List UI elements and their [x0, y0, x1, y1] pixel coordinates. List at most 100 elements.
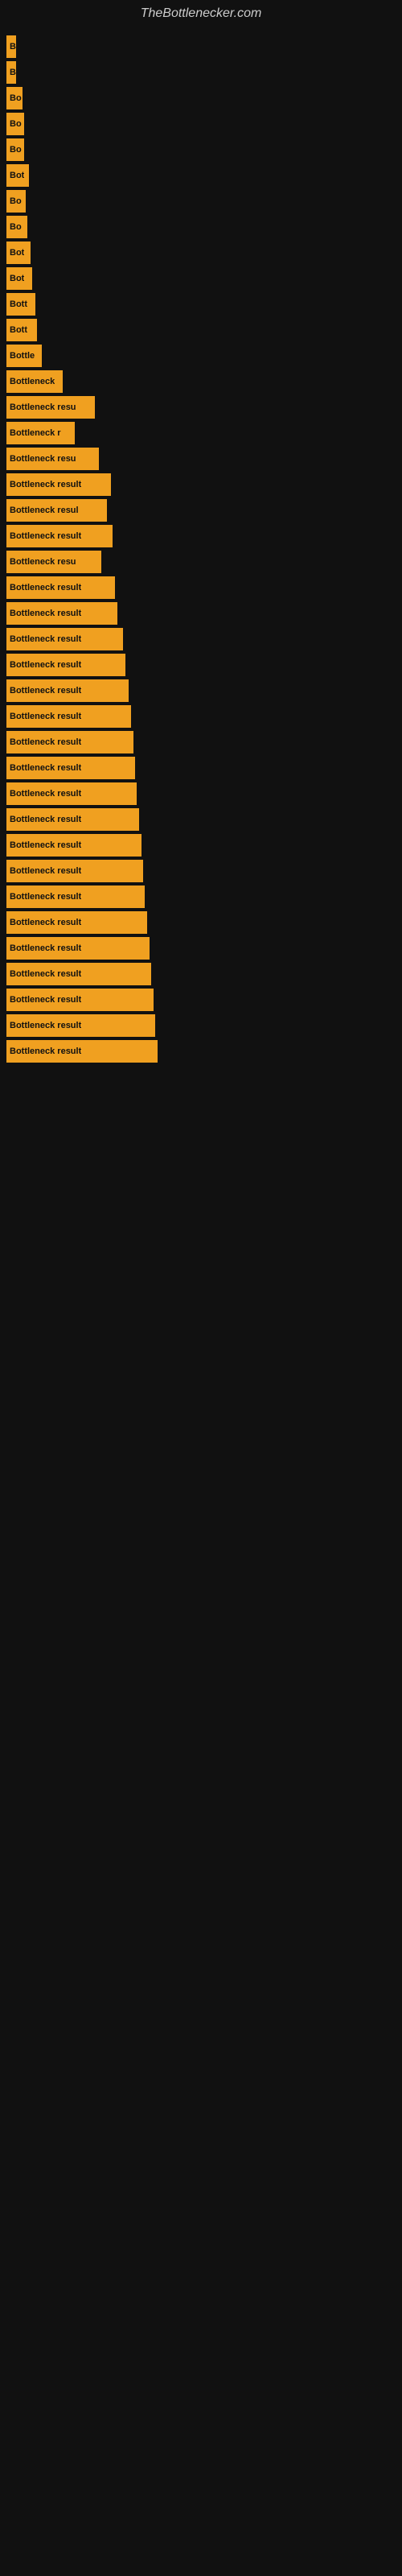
bar-row: Bottleneck result: [6, 679, 402, 702]
bar-row: Bottleneck r: [6, 422, 402, 444]
bar-row: Bottleneck result: [6, 937, 402, 960]
bar-label: Bo: [10, 222, 22, 232]
bar-label: Bottleneck result: [10, 609, 81, 618]
bar-label: Bot: [10, 171, 24, 180]
bar: Bottleneck result: [6, 911, 147, 934]
bar: Bo: [6, 87, 23, 109]
bar-row: Bo: [6, 113, 402, 135]
bar-label: Bo: [10, 196, 22, 206]
bar-row: Bottleneck result: [6, 705, 402, 728]
bar-row: Bottleneck result: [6, 860, 402, 882]
bar-row: Bot: [6, 242, 402, 264]
bar-row: B: [6, 35, 402, 58]
bar-row: Bottleneck result: [6, 834, 402, 857]
bar: Bottleneck result: [6, 808, 139, 831]
bar-label: Bottleneck resu: [10, 557, 76, 567]
bar-label: Bottleneck r: [10, 428, 61, 438]
site-title: TheBottlenecker.com: [0, 0, 402, 27]
bar: Bottleneck result: [6, 886, 145, 908]
bar-row: Bottleneck result: [6, 473, 402, 496]
bar-label: Bottleneck result: [10, 969, 81, 979]
bar-row: Bottleneck result: [6, 1040, 402, 1063]
bar-row: Bottleneck result: [6, 1014, 402, 1037]
bar-row: Bot: [6, 164, 402, 187]
bar-row: Bottleneck result: [6, 911, 402, 934]
bar-label: Bottleneck resu: [10, 402, 76, 412]
bar: Bottleneck result: [6, 963, 151, 985]
bar-row: Bottleneck result: [6, 782, 402, 805]
bar: Bot: [6, 164, 29, 187]
bar: Bottleneck result: [6, 705, 131, 728]
bar-row: Bo: [6, 216, 402, 238]
bar-label: Bottleneck result: [10, 712, 81, 721]
bar: Bo: [6, 138, 24, 161]
bar-label: Bottleneck result: [10, 763, 81, 773]
bar: Bottleneck result: [6, 679, 129, 702]
bar-row: Bo: [6, 87, 402, 109]
bar: Bottleneck result: [6, 1014, 155, 1037]
bar: Bottleneck resul: [6, 499, 107, 522]
bar: Bottleneck result: [6, 525, 113, 547]
bar: Bottleneck result: [6, 628, 123, 650]
bar-row: Bottleneck resu: [6, 396, 402, 419]
bar-label: Bottleneck result: [10, 815, 81, 824]
bar-label: Bo: [10, 93, 22, 103]
bar: Bott: [6, 293, 35, 316]
bar: Bottleneck resu: [6, 396, 95, 419]
bar: Bo: [6, 216, 27, 238]
bar-label: Bottleneck result: [10, 660, 81, 670]
bar-label: Bottleneck result: [10, 480, 81, 489]
bar-label: Bot: [10, 248, 24, 258]
bar-label: Bott: [10, 325, 27, 335]
bar: Bottleneck result: [6, 834, 142, 857]
bar-row: B: [6, 61, 402, 84]
bar: Bot: [6, 242, 31, 264]
bar: Bottleneck result: [6, 782, 137, 805]
bar-label: Bottleneck result: [10, 943, 81, 953]
bar-label: Bottleneck result: [10, 583, 81, 592]
bar: Bo: [6, 113, 24, 135]
bar-row: Bottleneck resul: [6, 499, 402, 522]
bar: Bottleneck result: [6, 860, 143, 882]
bar-label: Bott: [10, 299, 27, 309]
bar-row: Bottleneck result: [6, 628, 402, 650]
bar-label: Bottleneck result: [10, 789, 81, 799]
bar-row: Bottleneck result: [6, 989, 402, 1011]
bar: Bottleneck result: [6, 937, 150, 960]
bar-row: Bo: [6, 138, 402, 161]
bar-label: Bottleneck result: [10, 918, 81, 927]
bar: Bottleneck result: [6, 989, 154, 1011]
bar-row: Bott: [6, 319, 402, 341]
bar-label: Bottleneck result: [10, 840, 81, 850]
bar-label: Bottleneck result: [10, 892, 81, 902]
bar: Bottleneck result: [6, 654, 125, 676]
bar: Bottleneck resu: [6, 551, 101, 573]
bar-label: Bottleneck result: [10, 1046, 81, 1056]
bar-label: B: [10, 42, 16, 52]
bar: Bott: [6, 319, 37, 341]
bar: Bottle: [6, 345, 42, 367]
bar-label: Bottleneck result: [10, 686, 81, 696]
bars-container: BB Bo Bo Bo Bot Bo Bo Bot Bot Bott Bott Bottle Bottl…: [0, 27, 402, 1074]
bar-row: Bottleneck result: [6, 757, 402, 779]
bar: Bot: [6, 267, 32, 290]
bar-row: Bottleneck resu: [6, 551, 402, 573]
bar-row: Bottleneck result: [6, 808, 402, 831]
bar-label: Bottleneck result: [10, 737, 81, 747]
bar: Bottleneck: [6, 370, 63, 393]
bar-row: Bottleneck result: [6, 886, 402, 908]
bar-label: Bottleneck result: [10, 634, 81, 644]
bar: Bottleneck result: [6, 731, 133, 753]
bar: B: [6, 61, 16, 84]
bar-row: Bottleneck resu: [6, 448, 402, 470]
bar: Bottleneck result: [6, 602, 117, 625]
bar-row: Bottleneck result: [6, 963, 402, 985]
bar: Bottleneck result: [6, 576, 115, 599]
bar-label: Bottleneck result: [10, 531, 81, 541]
bar-row: Bo: [6, 190, 402, 213]
bar: Bo: [6, 190, 26, 213]
bar-row: Bottle: [6, 345, 402, 367]
bar: B: [6, 35, 16, 58]
bar-label: Bo: [10, 119, 22, 129]
bar-row: Bot: [6, 267, 402, 290]
